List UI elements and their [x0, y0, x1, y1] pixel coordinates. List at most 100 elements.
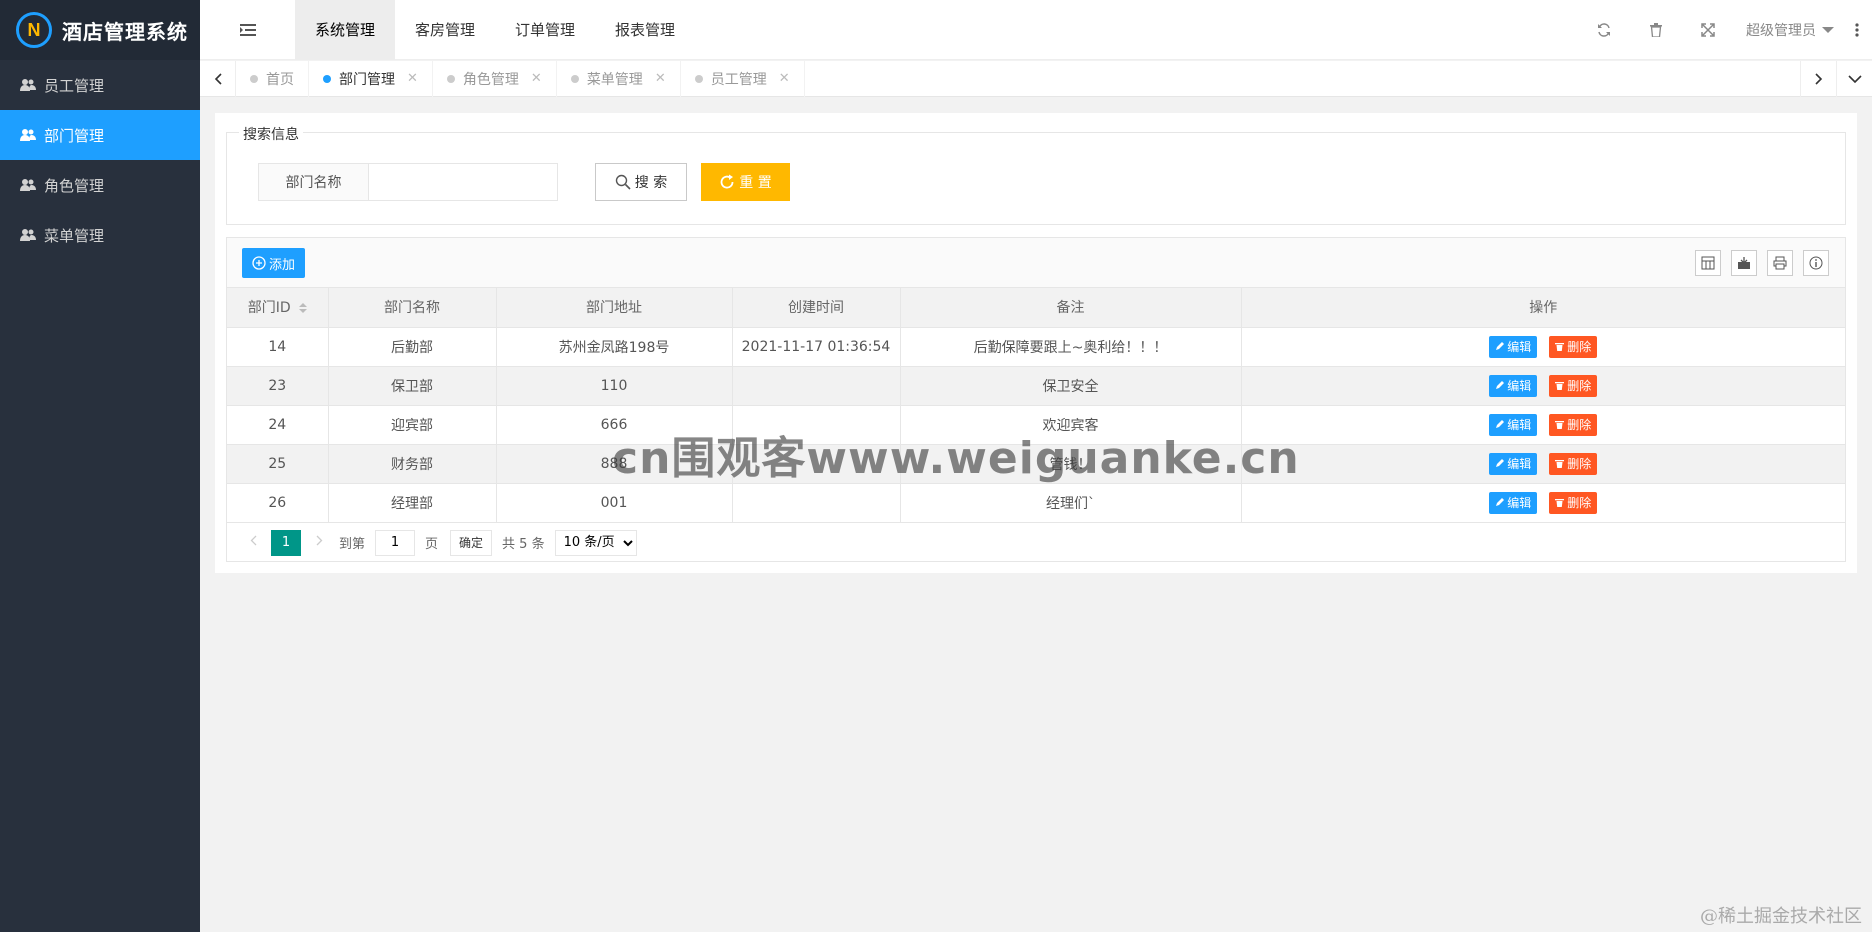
dept-table: 部门ID 部门名称 部门地址 创建时间 备注 操作 14 后勤部 苏州金凤路198号… — [227, 288, 1845, 523]
delete-label: 删除 — [1567, 457, 1592, 471]
table-row: 23 保卫部 110 保卫安全 编辑 删除 — [227, 366, 1845, 406]
users-icon — [20, 79, 36, 91]
page-tab-2[interactable]: 角色管理 ✕ — [433, 60, 557, 97]
corner-watermark: @稀土掘金技术社区 — [1700, 906, 1862, 927]
delete-button[interactable]: 删除 — [1549, 413, 1598, 436]
delete-button[interactable]: 删除 — [1549, 452, 1598, 475]
print-button[interactable] — [1767, 250, 1793, 276]
pencil-icon — [1496, 420, 1505, 428]
export-button[interactable] — [1731, 250, 1757, 276]
sidebar-item-label: 部门管理 — [44, 126, 105, 145]
search-button[interactable]: 搜 索 — [595, 163, 687, 201]
top-tab-3[interactable]: 报表管理 — [595, 0, 695, 60]
clear-cache-button[interactable] — [1630, 0, 1682, 60]
fullscreen-button[interactable] — [1682, 0, 1734, 60]
sidebar: N 酒店管理系统 员工管理部门管理角色管理 菜单管理 — [0, 0, 200, 932]
print-icon — [1773, 256, 1787, 270]
edit-button[interactable]: 编辑 — [1489, 413, 1538, 436]
sort-icon[interactable] — [298, 303, 307, 314]
data-table-panel: 添加 部门ID 部门名称 部门地址 创建时间 备注 操作 14 后勤部 苏州金凤… — [226, 237, 1846, 562]
next-page-button[interactable] — [307, 535, 331, 550]
trash-icon — [1555, 382, 1565, 390]
goto-page-input[interactable] — [375, 529, 416, 556]
cell-dept-address: 666 — [496, 405, 733, 445]
top-tab-2[interactable]: 订单管理 — [495, 0, 595, 60]
user-menu[interactable]: 超级管理员 — [1734, 20, 1842, 40]
edit-button[interactable]: 编辑 — [1489, 452, 1538, 475]
refresh-icon — [720, 174, 734, 189]
pencil-icon — [1496, 342, 1505, 350]
more-menu-button[interactable] — [1842, 23, 1872, 37]
pencil-icon — [1496, 459, 1505, 467]
cell-created-time — [732, 444, 901, 484]
cell-actions: 编辑 删除 — [1241, 444, 1845, 484]
sidebar-item-1[interactable]: 部门管理 — [0, 110, 200, 160]
edit-button[interactable]: 编辑 — [1489, 374, 1538, 397]
delete-label: 删除 — [1567, 340, 1592, 354]
cell-dept-address: 888 — [496, 444, 733, 484]
dept-name-label: 部门名称 — [259, 164, 369, 200]
delete-button[interactable]: 删除 — [1549, 335, 1598, 358]
page-tab-1[interactable]: 部门管理 ✕ — [309, 60, 433, 97]
search-legend: 搜索信息 — [239, 124, 303, 144]
prev-page-button[interactable] — [241, 535, 265, 550]
app-title: 酒店管理系统 — [62, 19, 188, 44]
delete-label: 删除 — [1567, 496, 1592, 510]
close-icon[interactable]: ✕ — [779, 71, 790, 86]
page-number-current[interactable]: 1 — [271, 529, 301, 556]
page-tab-3[interactable]: 菜单管理 ✕ — [557, 60, 681, 97]
refresh-button[interactable] — [1578, 0, 1630, 60]
tabs-scroll-left-button[interactable] — [200, 60, 236, 97]
column-filter-button[interactable] — [1695, 250, 1721, 276]
sidebar-item-2[interactable]: 角色管理 — [0, 160, 200, 210]
page-tab-label: 角色管理 — [462, 71, 519, 88]
cell-dept-id: 23 — [227, 366, 329, 406]
cell-dept-name: 后勤部 — [328, 327, 497, 367]
cell-dept-id: 14 — [227, 327, 329, 367]
page-tab-label: 菜单管理 — [586, 71, 643, 88]
trash-icon — [1555, 421, 1565, 429]
cell-remark: 后勤保障要跟上~奥利给！！！ — [900, 327, 1242, 367]
close-icon[interactable]: ✕ — [531, 71, 542, 86]
col-dept-address: 部门地址 — [496, 288, 733, 328]
trash-icon — [1555, 499, 1565, 507]
cell-created-time: 2021-11-17 01:36:54 — [732, 327, 901, 367]
page-tab-0[interactable]: 首页 — [236, 60, 309, 97]
top-tab-0[interactable]: 系统管理 — [295, 0, 396, 60]
app-logo[interactable]: N 酒店管理系统 — [0, 0, 200, 60]
cell-dept-name: 迎宾部 — [328, 405, 497, 445]
fullscreen-icon — [1701, 23, 1715, 37]
export-icon — [1738, 257, 1750, 269]
table-row: 26 经理部 001 经理们` 编辑 删除 — [227, 483, 1845, 523]
tabs-options-button[interactable] — [1836, 61, 1872, 97]
reset-button[interactable]: 重 置 — [701, 163, 790, 201]
chevron-right-icon — [1814, 73, 1822, 85]
top-tab-1[interactable]: 客房管理 — [395, 0, 495, 60]
goto-confirm-button[interactable]: 确定 — [450, 529, 493, 556]
edit-button[interactable]: 编辑 — [1489, 491, 1538, 514]
cell-remark: 经理们` — [900, 483, 1242, 523]
close-icon[interactable]: ✕ — [407, 71, 418, 86]
col-dept-name: 部门名称 — [328, 288, 497, 328]
sidebar-item-0[interactable]: 员工管理 — [0, 60, 200, 110]
dept-name-input[interactable] — [369, 164, 557, 200]
edit-button[interactable]: 编辑 — [1489, 335, 1538, 358]
refresh-icon — [1598, 23, 1610, 37]
page-tab-4[interactable]: 员工管理 ✕ — [681, 60, 805, 97]
sidebar-item-3[interactable]: 菜单管理 — [0, 210, 200, 260]
users-icon — [20, 229, 36, 241]
close-icon[interactable]: ✕ — [655, 71, 666, 86]
table-toolbar: 添加 — [227, 238, 1845, 288]
page-tab-label: 首页 — [266, 71, 294, 88]
add-button-label: 添加 — [268, 257, 295, 273]
cell-actions: 编辑 删除 — [1241, 366, 1845, 406]
delete-button[interactable]: 删除 — [1549, 374, 1598, 397]
col-dept-id[interactable]: 部门ID — [227, 288, 329, 328]
info-button[interactable] — [1803, 250, 1829, 276]
delete-button[interactable]: 删除 — [1549, 491, 1598, 514]
page-size-select[interactable]: 10 条/页 — [554, 529, 637, 556]
menu-toggle-button[interactable] — [200, 0, 295, 60]
add-button[interactable]: 添加 — [242, 248, 305, 278]
edit-label: 编辑 — [1507, 340, 1532, 354]
tabs-scroll-right-button[interactable] — [1800, 61, 1836, 97]
